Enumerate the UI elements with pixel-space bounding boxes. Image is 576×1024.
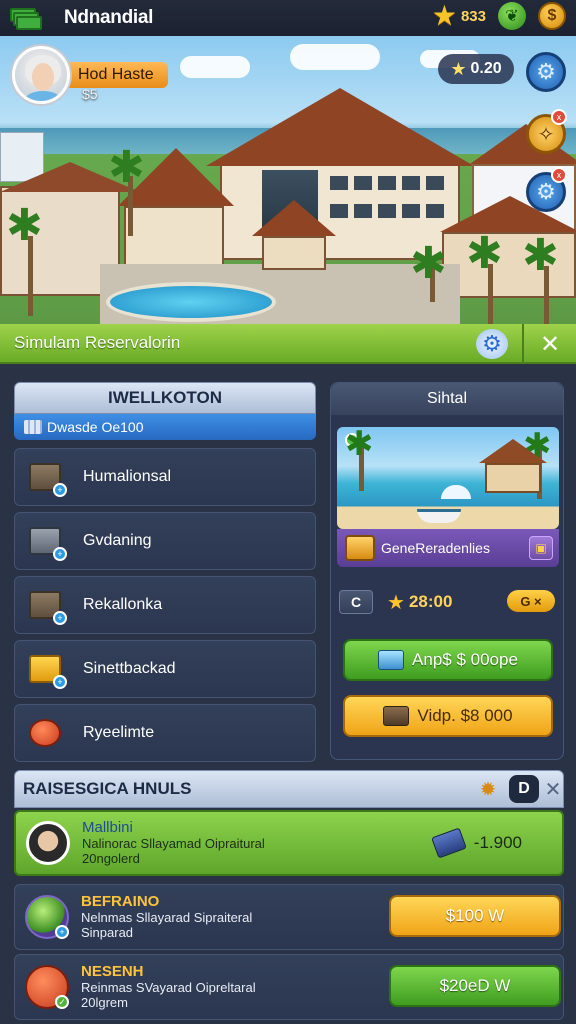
staff-avatar	[26, 821, 70, 865]
crate-icon: +	[25, 585, 67, 625]
detail-stats-row: C ★ 28:00 G ×	[339, 589, 557, 615]
category-tab-title[interactable]: IWELLKOTON	[14, 382, 316, 414]
close-button[interactable]: ✕	[543, 775, 563, 803]
vip-button-label: Vidp. $8 000	[417, 706, 513, 725]
cash-icon	[430, 827, 467, 859]
list-item[interactable]: + Gvdaning	[14, 512, 316, 570]
staff-value-text: -1.900	[473, 833, 522, 852]
crate-icon	[383, 706, 410, 726]
apply-button[interactable]: Anp$ $ 00ope	[343, 639, 553, 681]
list-item-label: Sinettbackad	[83, 660, 176, 677]
staff-row[interactable]: + BEFRAINO Nelnmas Sllayarad Sipraiteral…	[14, 884, 564, 950]
compass-icon[interactable]: ✧ x	[526, 109, 567, 154]
ticket-icon	[378, 650, 405, 670]
vip-button[interactable]: Vidp. $8 000	[343, 695, 553, 737]
staff-value: -1.900	[430, 827, 522, 859]
hire-button[interactable]: $100 W	[389, 895, 561, 937]
notification-badge: x	[551, 167, 567, 183]
list-item[interactable]: + Humalionsal	[14, 448, 316, 506]
star-icon: ★	[450, 58, 467, 79]
pool	[106, 282, 276, 322]
rating-value: 0.20	[470, 60, 502, 77]
staff-row[interactable]: ✓ NESENH Reinmas SVayarad Oipreltaral 20…	[14, 954, 564, 1020]
staff-avatar: ✓	[25, 965, 69, 1009]
staff-name: Mallbini	[82, 819, 133, 837]
stars-counter[interactable]: ★ 833	[432, 2, 486, 30]
staff-avatar: +	[25, 895, 69, 939]
gold-box-icon: +	[25, 649, 67, 689]
cash-stack-icon	[10, 6, 42, 30]
c-button[interactable]: C	[339, 590, 373, 614]
star-icon: ★	[387, 591, 405, 614]
settings-gear-icon[interactable]: ⚙	[526, 52, 566, 92]
star-icon: ★	[431, 0, 457, 31]
list-item-label: Ryeelimte	[83, 724, 155, 741]
machine-icon: +	[25, 521, 67, 561]
staff-panel-title: RAISESGICA HNULS	[23, 779, 192, 798]
gear-icon[interactable]: ✹	[475, 776, 501, 802]
staff-row-selected[interactable]: Mallbini Nalinorac Sllayamad Oipraitural…	[14, 810, 564, 876]
resort-preview-image[interactable]: ✱ ✱	[337, 427, 559, 529]
staff-description: Nelnmas Sllayarad Sipraiteral	[81, 909, 253, 925]
preview-caption: GeneReradenlies ▣	[337, 529, 559, 567]
staff-name: BEFRAINO	[81, 893, 160, 911]
detail-panel-title: Sihtal	[331, 383, 563, 415]
top-bar: Ndnandial ★ 833 ❦ $	[0, 0, 576, 36]
stack-icon	[24, 420, 42, 434]
detail-panel: Sihtal ✱ ✱ GeneReradenlies ▣ C ★ 28:00 G…	[330, 382, 564, 760]
info-button[interactable]: ▣	[529, 536, 553, 560]
upgrade-gear-icon[interactable]: ⚙ x	[526, 167, 567, 212]
score-value: 28:00	[408, 592, 453, 611]
staff-subtext: Sinparad	[81, 924, 134, 940]
category-subheader-label: Dwasde Oe100	[47, 419, 144, 435]
d-button[interactable]: D	[509, 775, 539, 803]
chest-icon	[345, 535, 375, 561]
list-item[interactable]: Ryeelimte	[14, 704, 316, 762]
category-panel: IWELLKOTON Dwasde Oe100 + Humalionsal + …	[14, 382, 316, 762]
player-avatar[interactable]	[12, 46, 70, 104]
hire-button[interactable]: $20eD W	[389, 965, 561, 1007]
list-item-label: Gvdaning	[83, 532, 152, 549]
staff-name: NESENH	[81, 963, 144, 981]
red-orb-icon	[25, 713, 67, 753]
notification-badge: x	[551, 109, 567, 125]
staff-description: Reinmas SVayarad Oipreltaral	[81, 979, 256, 995]
staff-description: Nalinorac Sllayamad Oipraitural	[82, 835, 265, 851]
close-button[interactable]: ✕	[522, 324, 576, 364]
stars-value: 833	[460, 7, 486, 25]
preview-caption-label: GeneReradenlies	[381, 540, 490, 556]
score-display: ★ 28:00	[387, 590, 452, 615]
list-item-label: Humalionsal	[83, 468, 172, 485]
staff-subtext: 20ngolerd	[82, 850, 140, 866]
simulation-title: Simulam Reservalorin	[14, 333, 181, 352]
list-item-label: Rekallonka	[83, 596, 163, 613]
gear-icon[interactable]: ⚙	[476, 329, 508, 359]
staff-panel-header: RAISESGICA HNULS ✹ D ✕	[14, 770, 564, 808]
player-name: Hod Haste	[66, 62, 168, 88]
category-subheader: Dwasde Oe100	[14, 414, 316, 440]
player-price: $5	[82, 86, 98, 102]
g-pill-button[interactable]: G ×	[507, 590, 555, 612]
simulation-header: Simulam Reservalorin ⚙ ✕	[0, 324, 576, 364]
staff-subtext: 20lgrem	[81, 994, 128, 1010]
coin-icon[interactable]: $	[538, 2, 566, 30]
app-title: Ndnandial	[64, 7, 154, 28]
crate-icon: +	[25, 457, 67, 497]
rating-pill[interactable]: ★ 0.20	[438, 54, 514, 84]
list-item[interactable]: + Rekallonka	[14, 576, 316, 634]
apply-button-label: Anp$ $ 00ope	[412, 650, 518, 669]
list-item[interactable]: + Sinettbackad	[14, 640, 316, 698]
leaf-icon[interactable]: ❦	[498, 2, 526, 30]
